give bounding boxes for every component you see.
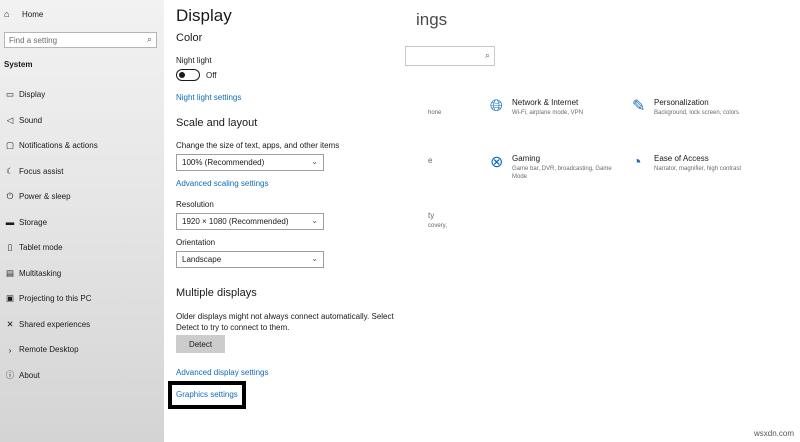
- power-icon: ⏻: [6, 191, 14, 202]
- remote-desktop-icon: ›: [8, 344, 12, 355]
- tile-title: Personalization: [654, 98, 709, 107]
- sidebar-item-focus-assist[interactable]: ☾ Focus assist: [4, 159, 98, 185]
- tile-description: Background, lock screen, colors: [654, 110, 740, 116]
- tile-description: Narrator, magnifier, high contrast: [654, 166, 742, 172]
- tile-network-internet[interactable]: 🌐︎ Network & Internet Wi-Fi, airplane mo…: [490, 98, 622, 117]
- orientation-label: Orientation: [176, 238, 216, 247]
- chevron-down-icon: ⌄: [311, 216, 318, 225]
- resolution-value: 1920 × 1080 (Recommended): [182, 217, 289, 226]
- notifications-icon: ▢: [5, 140, 15, 151]
- tile-personalization[interactable]: ✎ Personalization Background, lock scree…: [632, 98, 764, 117]
- orientation-value: Landscape: [182, 255, 222, 264]
- orientation-dropdown[interactable]: Landscape ⌄: [176, 251, 324, 268]
- about-icon: ⓘ: [5, 370, 15, 381]
- multiple-displays-description: Older displays might not always connect …: [176, 312, 394, 332]
- sidebar-item-label: Sound: [19, 115, 43, 125]
- tablet-icon: ▯: [7, 242, 13, 253]
- sidebar-item-storage[interactable]: ▬ Storage: [4, 210, 98, 236]
- sidebar-item-about[interactable]: ⓘ About: [4, 363, 98, 389]
- sidebar-item-label: About: [19, 370, 40, 380]
- sidebar-item-label: Shared experiences: [19, 319, 91, 329]
- sidebar-item-label: Projecting to this PC: [19, 294, 92, 304]
- tile-ease-of-access[interactable]: ◔ Ease of Access Narrator, magnifier, hi…: [632, 154, 764, 173]
- page-title: Display: [176, 6, 232, 25]
- sidebar-item-display[interactable]: ▭ Display: [4, 82, 98, 108]
- night-light-state: Off: [206, 71, 217, 80]
- sidebar-item-label: Multitasking: [19, 268, 62, 278]
- search-icon: ⌕: [484, 50, 490, 60]
- tile-gaming[interactable]: ⊗ Gaming Game bar, DVR, broadcasting, Ga…: [490, 154, 622, 181]
- sidebar-item-shared-experiences[interactable]: ✕ Shared experiences: [4, 312, 98, 338]
- sound-icon: ◁: [6, 114, 14, 125]
- tile-description: Wi-Fi, airplane mode, VPN: [512, 110, 584, 116]
- background-fragment: e: [428, 156, 433, 165]
- shared-experiences-icon: ✕: [6, 318, 14, 329]
- scale-value: 100% (Recommended): [182, 158, 265, 167]
- sidebar-item-tablet-mode[interactable]: ▯ Tablet mode: [4, 235, 98, 261]
- chevron-down-icon: ⌄: [311, 157, 318, 166]
- sidebar-item-label: Tablet mode: [19, 243, 63, 253]
- tile-title: Ease of Access: [654, 154, 709, 163]
- xbox-icon: ⊗: [490, 154, 504, 171]
- search-input[interactable]: Find a setting ⌕: [4, 32, 157, 48]
- focus-assist-icon: ☾: [6, 165, 14, 176]
- sidebar-item-label: Remote Desktop: [19, 345, 79, 355]
- watermark: wsxdn.com: [753, 429, 794, 438]
- tile-title: Network & Internet: [512, 98, 579, 107]
- sidebar-item-notifications[interactable]: ▢ Notifications & actions: [4, 133, 98, 159]
- search-icon: ⌕: [146, 34, 152, 44]
- home-label: Home: [22, 9, 44, 19]
- sidebar-item-label: Focus assist: [19, 166, 64, 176]
- advanced-display-link[interactable]: Advanced display settings: [176, 368, 269, 377]
- sidebar-nav: ▭ Display ◁ Sound ▢ Notifications & acti…: [4, 82, 98, 388]
- sidebar-item-remote-desktop[interactable]: › Remote Desktop: [4, 337, 98, 363]
- sidebar-item-label: Notifications & actions: [19, 141, 98, 151]
- sidebar: ⌂ Home Find a setting ⌕ System ▭ Display…: [0, 0, 164, 442]
- resolution-label: Resolution: [176, 200, 214, 209]
- background-fragment: hone: [428, 110, 442, 116]
- background-window-title: ings: [416, 10, 448, 29]
- toggle-knob: [179, 71, 185, 78]
- graphics-settings-highlight-box: [168, 381, 246, 409]
- advanced-scaling-link[interactable]: Advanced scaling settings: [176, 179, 269, 188]
- globe-icon: 🌐︎: [490, 98, 503, 115]
- background-search-box[interactable]: ⌕: [405, 46, 495, 66]
- sidebar-section-label: System: [4, 60, 33, 69]
- home-icon: ⌂: [4, 9, 10, 19]
- night-light-label: Night light: [176, 56, 212, 65]
- sidebar-item-multitasking[interactable]: ▤ Multitasking: [4, 261, 98, 287]
- sidebar-item-projecting[interactable]: ▣ Projecting to this PC: [4, 286, 98, 312]
- tile-description: Game bar, DVR, broadcasting, Game Mode: [512, 166, 612, 180]
- personalization-icon: ✎: [632, 98, 646, 115]
- storage-icon: ▬: [5, 217, 15, 228]
- display-icon: ▭: [5, 89, 15, 100]
- color-heading: Color: [176, 32, 203, 44]
- ease-of-access-icon: ◔: [632, 154, 642, 171]
- sidebar-item-sound[interactable]: ◁ Sound: [4, 108, 98, 134]
- scale-label: Change the size of text, apps, and other…: [176, 141, 340, 150]
- multitasking-icon: ▤: [5, 267, 15, 278]
- tile-title: Gaming: [512, 154, 541, 163]
- sidebar-item-label: Power & sleep: [19, 192, 71, 202]
- home-link[interactable]: ⌂ Home: [4, 9, 43, 19]
- projecting-icon: ▣: [5, 293, 15, 304]
- resolution-dropdown[interactable]: 1920 × 1080 (Recommended) ⌄: [176, 213, 324, 230]
- multiple-displays-heading: Multiple displays: [176, 287, 257, 299]
- chevron-down-icon: ⌄: [311, 254, 318, 263]
- scale-heading: Scale and layout: [176, 117, 258, 129]
- search-placeholder: Find a setting: [9, 36, 58, 45]
- sidebar-item-power-sleep[interactable]: ⏻ Power & sleep: [4, 184, 98, 210]
- sidebar-item-label: Storage: [19, 217, 48, 227]
- scale-dropdown[interactable]: 100% (Recommended) ⌄: [176, 154, 324, 171]
- background-fragment: ty: [428, 211, 435, 220]
- detect-button[interactable]: Detect: [176, 335, 225, 353]
- night-light-settings-link[interactable]: Night light settings: [176, 93, 241, 102]
- sidebar-item-label: Display: [19, 90, 46, 100]
- night-light-toggle[interactable]: [176, 69, 200, 81]
- background-fragment: covery,: [428, 223, 447, 229]
